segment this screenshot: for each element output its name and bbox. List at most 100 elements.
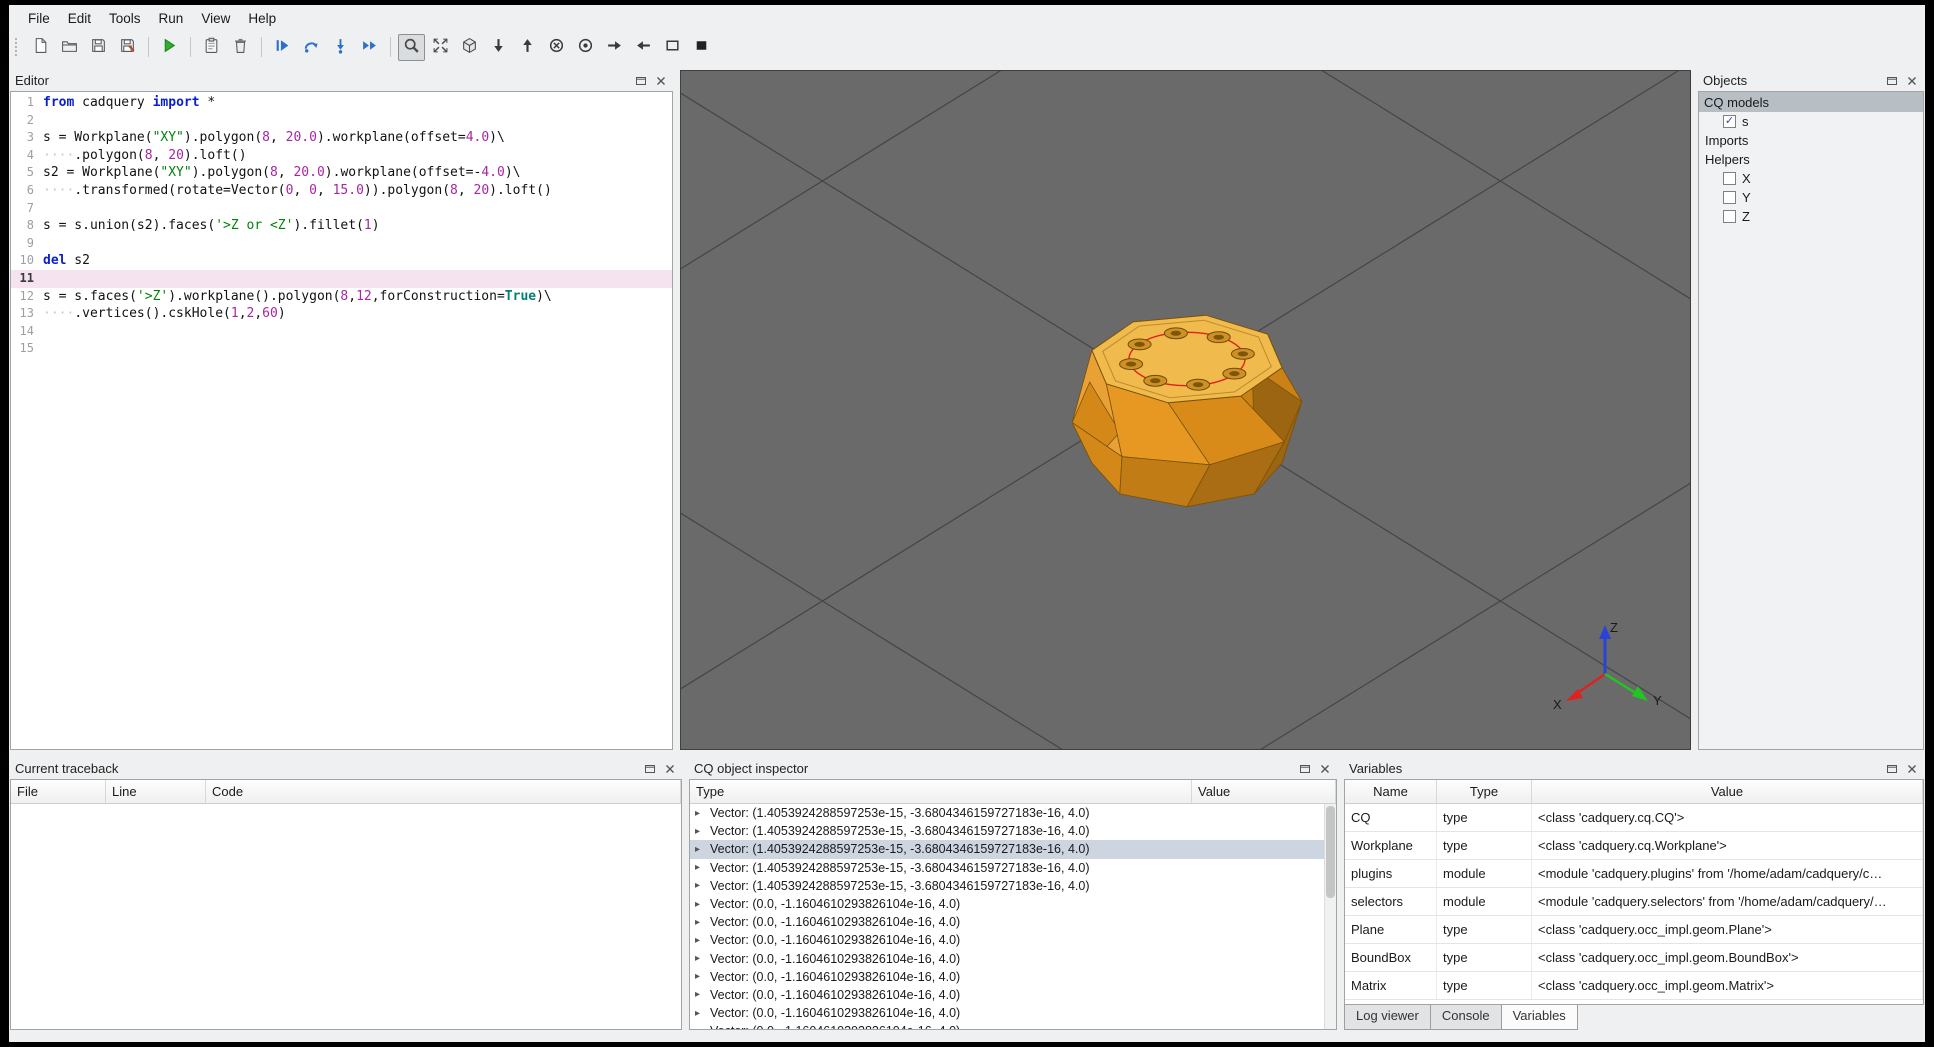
code-line-3[interactable]: 3 s = Workplane("XY").polygon(8, 20.0).wo… bbox=[11, 129, 672, 147]
code-line-10[interactable]: 10 del s2 bbox=[11, 252, 672, 270]
inspector-row[interactable]: ▸ Vector: (1.4053924288597253e-15, -3.680… bbox=[690, 859, 1336, 877]
code-line-12[interactable]: 12 s = s.faces('>Z').workplane().polygon(… bbox=[11, 288, 672, 306]
tree-item-imports[interactable]: Imports bbox=[1699, 131, 1923, 150]
expand-arrow-icon[interactable]: ▸ bbox=[695, 971, 705, 982]
column-header-type[interactable]: Type bbox=[1437, 780, 1532, 803]
expand-arrow-icon[interactable]: ▸ bbox=[695, 899, 705, 910]
variable-row-plane[interactable]: Plane type <class 'cadquery.occ_impl.geom.… bbox=[1345, 916, 1923, 944]
close-panel-icon[interactable] bbox=[1317, 762, 1332, 776]
trash-button[interactable] bbox=[227, 34, 254, 61]
column-header-value[interactable]: Value bbox=[1532, 780, 1923, 803]
column-header-file[interactable]: File bbox=[11, 780, 106, 803]
rect-outline-button[interactable] bbox=[659, 34, 686, 61]
code-line-1[interactable]: 1 from cadquery import * bbox=[11, 94, 672, 112]
menu-tools[interactable]: Tools bbox=[100, 8, 150, 29]
debug-continue-button[interactable] bbox=[269, 34, 296, 61]
code-line-15[interactable]: 15 bbox=[11, 340, 672, 358]
variable-row-matrix[interactable]: Matrix type <class 'cadquery.occ_impl.geom… bbox=[1345, 972, 1923, 1000]
expand-arrow-icon[interactable]: ▸ bbox=[695, 880, 705, 891]
float-panel-icon[interactable] bbox=[633, 74, 648, 88]
tree-item-s[interactable]: ✓ s bbox=[1699, 112, 1923, 131]
variable-row-cq[interactable]: CQ type <class 'cadquery.cq.CQ'> bbox=[1345, 804, 1923, 832]
expand-arrow-icon[interactable]: ▸ bbox=[695, 808, 705, 819]
tab-log-viewer[interactable]: Log viewer bbox=[1344, 1005, 1431, 1030]
fast-forward-button[interactable] bbox=[356, 34, 383, 61]
menu-file[interactable]: File bbox=[19, 8, 59, 29]
checked-checkbox[interactable]: ✓ bbox=[1723, 115, 1736, 128]
code-line-2[interactable]: 2 bbox=[11, 112, 672, 130]
menu-help[interactable]: Help bbox=[239, 8, 285, 29]
column-header-line[interactable]: Line bbox=[106, 780, 206, 803]
toolbar-drag-handle[interactable] bbox=[15, 38, 20, 56]
target-dot-button[interactable] bbox=[572, 34, 599, 61]
code-line-4[interactable]: 4 ····.polygon(8, 20).loft() bbox=[11, 147, 672, 165]
float-panel-icon[interactable] bbox=[1884, 762, 1899, 776]
expand-arrow-icon[interactable]: ▸ bbox=[695, 989, 705, 1000]
file-new-button[interactable] bbox=[27, 34, 54, 61]
variable-row-plugins[interactable]: plugins module <module 'cadquery.plugins' … bbox=[1345, 860, 1923, 888]
inspector-row[interactable]: ▸ Vector: (1.4053924288597253e-15, -3.680… bbox=[690, 877, 1336, 895]
expand-arrow-icon[interactable]: ▸ bbox=[695, 1026, 705, 1029]
save-button[interactable] bbox=[85, 34, 112, 61]
code-line-13[interactable]: 13 ····.vertices().cskHole(1,2,60) bbox=[11, 305, 672, 323]
tree-item-y[interactable]: Y bbox=[1699, 188, 1923, 207]
inspector-row[interactable]: ▸ Vector: (1.4053924288597253e-15, -3.680… bbox=[690, 840, 1336, 859]
arrow-right-button[interactable] bbox=[601, 34, 628, 61]
variable-row-selectors[interactable]: selectors module <module 'cadquery.selecto… bbox=[1345, 888, 1923, 916]
expand-arrow-icon[interactable]: ▸ bbox=[695, 1008, 705, 1019]
unchecked-checkbox[interactable] bbox=[1723, 210, 1736, 223]
cq-models-group-row[interactable]: CQ models bbox=[1699, 92, 1923, 112]
tab-console[interactable]: Console bbox=[1429, 1005, 1502, 1030]
3d-scene[interactable]: Z X Y bbox=[681, 71, 1691, 749]
tree-item-z[interactable]: Z bbox=[1699, 207, 1923, 226]
3d-viewport[interactable]: Z X Y bbox=[680, 70, 1691, 750]
variable-row-boundbox[interactable]: BoundBox type <class 'cadquery.occ_impl.ge… bbox=[1345, 944, 1923, 972]
code-line-14[interactable]: 14 bbox=[11, 323, 672, 341]
step-into-button[interactable] bbox=[327, 34, 354, 61]
arrow-left-button[interactable] bbox=[630, 34, 657, 61]
code-line-5[interactable]: 5 s2 = Workplane("XY").polygon(8, 20.0).w… bbox=[11, 164, 672, 182]
tab-variables[interactable]: Variables bbox=[1500, 1005, 1578, 1030]
scrollbar-thumb[interactable] bbox=[1326, 806, 1335, 898]
folder-open-button[interactable] bbox=[56, 34, 83, 61]
inspector-row[interactable]: ▸ Vector: (0.0, -1.1604610293826104e-16, … bbox=[690, 986, 1336, 1004]
unchecked-checkbox[interactable] bbox=[1723, 172, 1736, 185]
inspector-row[interactable]: ▸ Vector: (0.0, -1.1604610293826104e-16, … bbox=[690, 1022, 1336, 1029]
expand-arrow-icon[interactable]: ▸ bbox=[695, 826, 705, 837]
close-panel-icon[interactable] bbox=[653, 74, 668, 88]
expand-arrow-icon[interactable]: ▸ bbox=[695, 844, 705, 855]
inspector-row[interactable]: ▸ Vector: (0.0, -1.1604610293826104e-16, … bbox=[690, 968, 1336, 986]
column-header-value[interactable]: Value bbox=[1192, 780, 1336, 803]
float-panel-icon[interactable] bbox=[1297, 762, 1312, 776]
expand-arrow-icon[interactable]: ▸ bbox=[695, 953, 705, 964]
cad-model[interactable] bbox=[1071, 314, 1303, 508]
iso-view-button[interactable] bbox=[456, 34, 483, 61]
inspector-row[interactable]: ▸ Vector: (1.4053924288597253e-15, -3.680… bbox=[690, 822, 1336, 840]
clipboard-button[interactable] bbox=[198, 34, 225, 61]
menu-edit[interactable]: Edit bbox=[59, 8, 100, 29]
inspector-row[interactable]: ▸ Vector: (1.4053924288597253e-15, -3.680… bbox=[690, 804, 1336, 822]
column-header-type[interactable]: Type bbox=[690, 780, 1192, 803]
expand-arrow-icon[interactable]: ▸ bbox=[695, 862, 705, 873]
close-panel-icon[interactable] bbox=[1904, 762, 1919, 776]
close-panel-icon[interactable] bbox=[1904, 74, 1919, 88]
inspector-row[interactable]: ▸ Vector: (0.0, -1.1604610293826104e-16, … bbox=[690, 950, 1336, 968]
inspector-row[interactable]: ▸ Vector: (0.0, -1.1604610293826104e-16, … bbox=[690, 895, 1336, 913]
close-panel-icon[interactable] bbox=[662, 762, 677, 776]
inspector-scrollbar[interactable] bbox=[1324, 804, 1336, 1029]
save-as-button[interactable] bbox=[114, 34, 141, 61]
arrow-up-button[interactable] bbox=[514, 34, 541, 61]
inspector-row[interactable]: ▸ Vector: (0.0, -1.1604610293826104e-16, … bbox=[690, 1004, 1336, 1022]
inspector-row[interactable]: ▸ Vector: (0.0, -1.1604610293826104e-16, … bbox=[690, 931, 1336, 949]
arrow-down-button[interactable] bbox=[485, 34, 512, 61]
expand-arrow-icon[interactable]: ▸ bbox=[695, 935, 705, 946]
expand-arrow-icon[interactable]: ▸ bbox=[695, 917, 705, 928]
unchecked-checkbox[interactable] bbox=[1723, 191, 1736, 204]
code-editor[interactable]: 1 from cadquery import * 2 3 s = Workplane("… bbox=[10, 91, 673, 750]
tree-item-helpers[interactable]: Helpers bbox=[1699, 150, 1923, 169]
tree-item-x[interactable]: X bbox=[1699, 169, 1923, 188]
code-line-8[interactable]: 8 s = s.union(s2).faces('>Z or <Z').fille… bbox=[11, 217, 672, 235]
fit-view-button[interactable] bbox=[427, 34, 454, 61]
float-panel-icon[interactable] bbox=[1884, 74, 1899, 88]
step-over-button[interactable] bbox=[298, 34, 325, 61]
